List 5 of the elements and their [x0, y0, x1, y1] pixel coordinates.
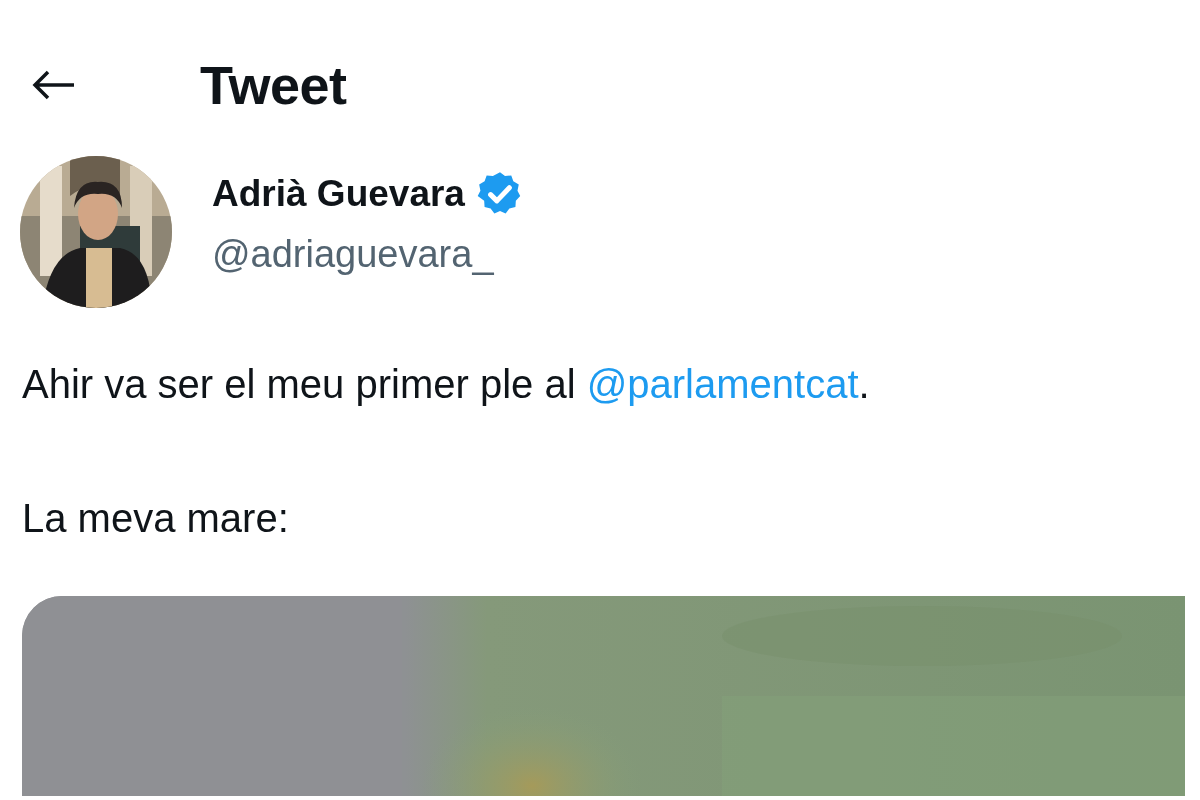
- author-name[interactable]: Adrià Guevara: [212, 172, 465, 215]
- page-title: Tweet: [200, 54, 347, 116]
- author-handle[interactable]: @adriaguevara_: [212, 232, 525, 276]
- tweet-text: Ahir va ser el meu primer ple al @parlamentcat.: [21, 361, 871, 408]
- tweet-text: La meva mare:: [21, 495, 290, 542]
